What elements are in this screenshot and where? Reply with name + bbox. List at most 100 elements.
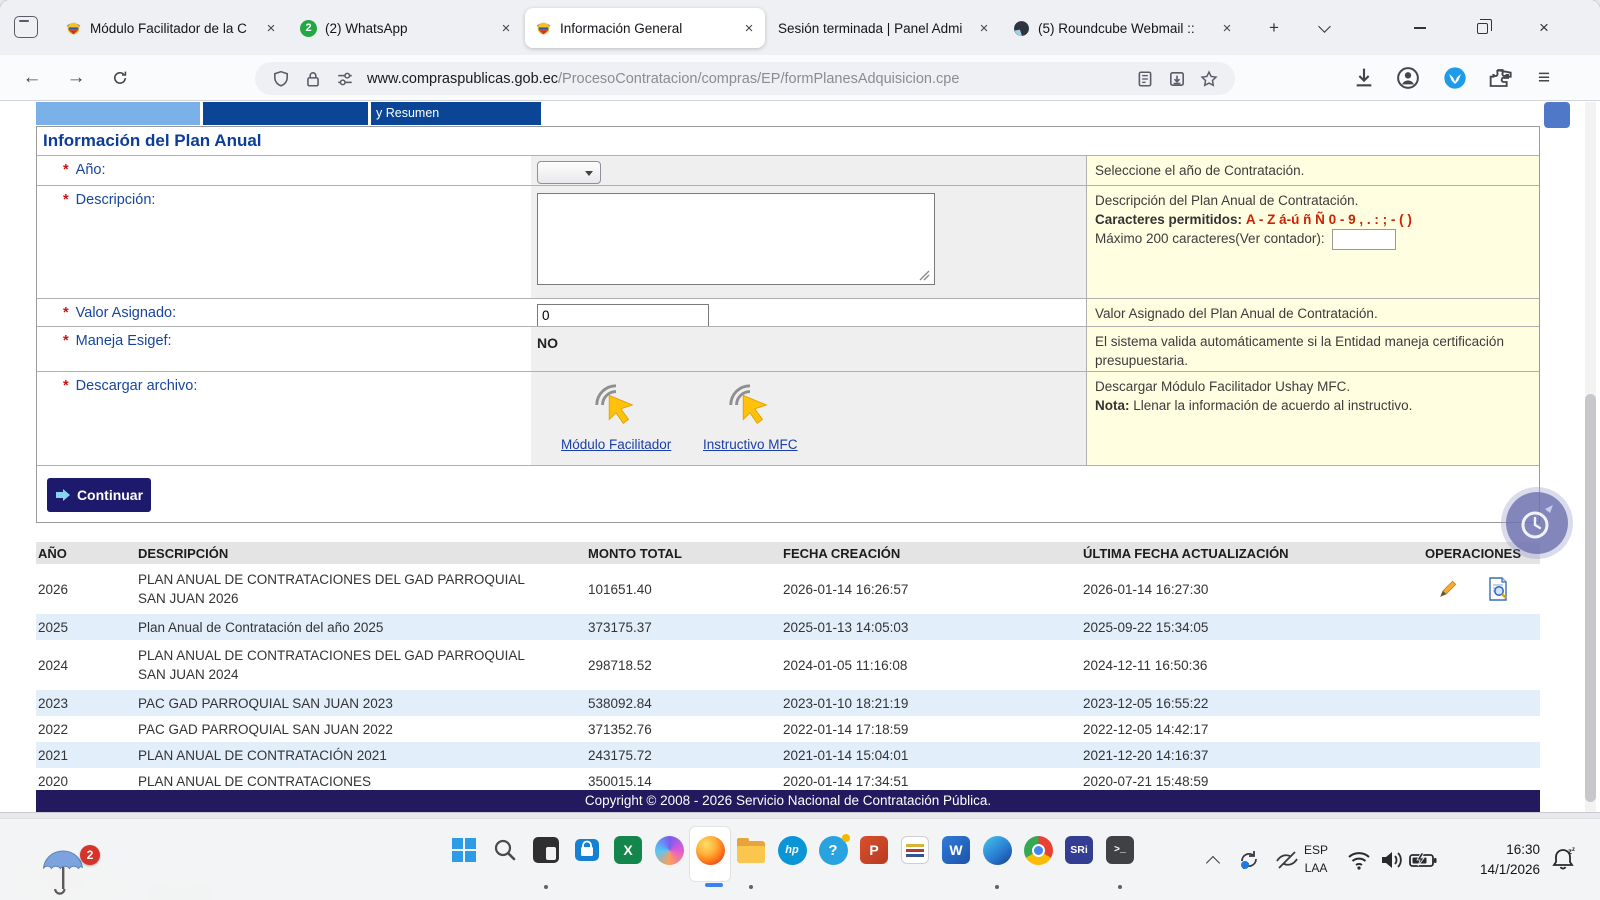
tab-close-icon[interactable]: ×: [498, 20, 514, 37]
tab-close-icon[interactable]: ×: [1219, 20, 1235, 37]
descripcion-label: Descripción:: [76, 192, 156, 208]
tray-volume-icon[interactable]: [1376, 845, 1406, 875]
view-document-icon[interactable]: [1487, 577, 1509, 601]
edit-pencil-icon[interactable]: [1437, 578, 1459, 600]
tab-close-icon[interactable]: ×: [976, 20, 992, 37]
click-download-icon[interactable]: [724, 380, 776, 430]
url-text[interactable]: www.compraspublicas.gob.ec/ProcesoContra…: [367, 71, 1129, 87]
table-row: 2024 PLAN ANUAL DE CONTRATACIONES DEL GA…: [36, 640, 1540, 690]
menu-hamburger-icon[interactable]: ≡: [1532, 66, 1556, 90]
cell-monto: 371352.76: [586, 720, 781, 739]
tab-roundcube[interactable]: (5) Roundcube Webmail :: ×: [1003, 8, 1243, 48]
running-indicator-pill: [705, 883, 723, 887]
lock-icon[interactable]: [304, 70, 322, 88]
taskbar-start-button[interactable]: [447, 833, 481, 867]
tab-close-icon[interactable]: ×: [263, 20, 279, 37]
close-button[interactable]: ×: [1528, 12, 1560, 44]
reload-button[interactable]: [104, 63, 136, 93]
save-page-icon[interactable]: [1168, 70, 1186, 88]
relay-extension-icon[interactable]: [1443, 66, 1467, 90]
cell-actualizacion: 2022-12-05 14:42:17: [1081, 720, 1406, 739]
tray-wifi-icon[interactable]: [1344, 845, 1374, 875]
chevron-down-icon: [1318, 20, 1331, 33]
url-path: /ProcesoContratacion/compras/EP/formPlan…: [558, 71, 959, 87]
tray-bell-icon[interactable]: zz: [1548, 845, 1578, 875]
tab-title: Información General: [560, 21, 735, 36]
bookmark-star-icon[interactable]: [1200, 70, 1218, 88]
floating-clock-widget[interactable]: [1506, 492, 1568, 554]
cell-operaciones: [1406, 625, 1540, 629]
taskbar-search-button[interactable]: [488, 833, 522, 867]
downloads-icon[interactable]: [1352, 66, 1376, 90]
taskbar-powerpoint-button[interactable]: P: [857, 833, 891, 867]
taskbar-word-button[interactable]: W: [939, 833, 973, 867]
tray-sync-icon[interactable]: [1234, 845, 1264, 875]
ecuador-emblem-favicon: [535, 20, 552, 37]
tray-language-indicator[interactable]: ESP LAA: [1296, 841, 1336, 877]
taskbar-task-view-button[interactable]: [529, 833, 563, 867]
anio-select[interactable]: [537, 161, 601, 184]
esigef-value: NO: [537, 331, 1086, 351]
back-button[interactable]: ←: [16, 63, 48, 93]
instructivo-mfc-link[interactable]: Instructivo MFC: [703, 437, 798, 452]
taskbar-mfc-app-button[interactable]: [898, 833, 932, 867]
taskbar-explorer-button[interactable]: [734, 833, 768, 867]
resize-handle-icon[interactable]: [919, 270, 930, 281]
descripcion-textarea[interactable]: [537, 193, 935, 285]
table-header-anio: AÑO: [36, 546, 136, 561]
taskbar-hp-button[interactable]: hp: [775, 833, 809, 867]
new-tab-button[interactable]: +: [1258, 12, 1290, 44]
tab-list-button[interactable]: [1308, 12, 1340, 44]
floating-widget-tab[interactable]: [1544, 102, 1570, 128]
restore-button[interactable]: [1466, 12, 1498, 44]
taskbar-terminal-button[interactable]: >_: [1103, 833, 1137, 867]
maneja-esigef-label: Maneja Esigef:: [76, 333, 172, 349]
tray-chevron-up[interactable]: [1198, 845, 1228, 875]
anio-help: Seleccione el año de Contratación.: [1086, 156, 1539, 185]
tab-title: Módulo Facilitador de la C: [90, 21, 257, 36]
section-tab-2[interactable]: [203, 102, 368, 125]
permissions-icon[interactable]: [336, 70, 354, 88]
tray-clock[interactable]: 16:30 14/1/2026: [1440, 840, 1540, 880]
shield-icon[interactable]: [272, 70, 290, 88]
reader-mode-icon[interactable]: [1136, 70, 1154, 88]
modulo-facilitador-link[interactable]: Módulo Facilitador: [561, 437, 671, 452]
tab-informacion-general[interactable]: Información General ×: [525, 8, 765, 48]
taskbar-chrome-button[interactable]: [1021, 833, 1055, 867]
tab-title: (5) Roundcube Webmail ::: [1038, 21, 1213, 36]
counter-input[interactable]: [1332, 229, 1396, 250]
forward-button[interactable]: →: [60, 63, 92, 93]
taskbar-sri-button[interactable]: SRi: [1062, 833, 1096, 867]
taskbar-edge-button[interactable]: [980, 833, 1014, 867]
click-download-icon[interactable]: [590, 380, 642, 430]
extensions-puzzle-icon[interactable]: [1488, 66, 1512, 90]
tray-battery-icon[interactable]: [1408, 845, 1438, 875]
svg-text:z: z: [1572, 847, 1575, 853]
section-tab-1[interactable]: [36, 102, 200, 125]
form-row-continue: Continuar: [37, 465, 1539, 523]
descargar-help: Descargar Módulo Facilitador Ushay MFC. …: [1086, 372, 1539, 465]
taskbar-copilot-button[interactable]: [652, 833, 686, 867]
tab-whatsapp[interactable]: 2 (2) WhatsApp ×: [290, 8, 522, 48]
tab-sesion-terminada[interactable]: Sesión terminada | Panel Admi ×: [768, 8, 1000, 48]
tab-modulo-facilitador[interactable]: Módulo Facilitador de la C ×: [55, 8, 287, 48]
minimize-button[interactable]: [1404, 12, 1436, 44]
taskbar-help-button[interactable]: ?: [816, 833, 850, 867]
section-tab-3-resumen[interactable]: y Resumen: [371, 102, 541, 125]
continuar-button[interactable]: Continuar: [47, 478, 151, 512]
scrollbar-thumb[interactable]: [1585, 394, 1596, 802]
descargar-archivo-label: Descargar archivo:: [76, 378, 198, 394]
chevron-down-icon: [585, 171, 593, 176]
minimize-icon: [1414, 27, 1426, 29]
tab-close-icon[interactable]: ×: [741, 20, 757, 37]
account-icon[interactable]: [1396, 66, 1420, 90]
firefox-view-icon[interactable]: [14, 16, 38, 38]
valor-asignado-input[interactable]: [537, 304, 709, 327]
address-bar[interactable]: www.compraspublicas.gob.ec/ProcesoContra…: [255, 62, 1235, 95]
taskbar-store-button[interactable]: [570, 833, 604, 867]
tray-date: 14/1/2026: [1440, 860, 1540, 880]
table-header-ultima-fecha: ÚLTIMA FECHA ACTUALIZACIÓN: [1081, 546, 1406, 561]
taskbar-firefox-button[interactable]: [693, 833, 727, 867]
taskbar-excel-button[interactable]: X: [611, 833, 645, 867]
web-page: y Resumen Información del Plan Anual *Añ…: [0, 102, 1600, 812]
